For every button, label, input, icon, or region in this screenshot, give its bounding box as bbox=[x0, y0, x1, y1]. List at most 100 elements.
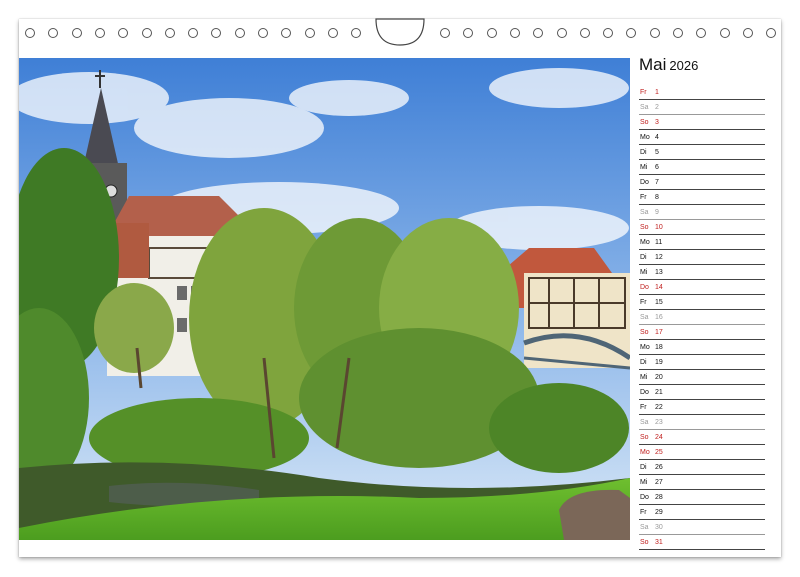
day-row: So 31 bbox=[639, 535, 765, 550]
day-number: 30 bbox=[655, 524, 663, 531]
day-number: 2 bbox=[655, 104, 659, 111]
month-name: Mai bbox=[639, 55, 667, 74]
weekday-abbr: Mo bbox=[640, 239, 650, 246]
hanger-hook-icon bbox=[375, 18, 425, 46]
day-row: So 10 bbox=[639, 220, 765, 235]
weekday-abbr: Mo bbox=[640, 449, 650, 456]
day-row: Di 19 bbox=[639, 355, 765, 370]
binding-hole-icon bbox=[719, 28, 730, 38]
binding-hole-icon bbox=[556, 28, 567, 38]
binding-hole-icon bbox=[463, 28, 474, 38]
day-row: Fr 22 bbox=[639, 400, 765, 415]
weekday-abbr: Do bbox=[640, 284, 649, 291]
binding-hole-icon bbox=[696, 28, 707, 38]
binding-hole-icon bbox=[351, 28, 362, 38]
day-row: Mi 13 bbox=[639, 265, 765, 280]
day-row: Fr 15 bbox=[639, 295, 765, 310]
weekday-abbr: Fr bbox=[640, 89, 647, 96]
binding-hole-icon bbox=[258, 28, 268, 38]
day-row: Di 5 bbox=[639, 145, 765, 160]
day-row: Mi 27 bbox=[639, 475, 765, 490]
weekday-abbr: Sa bbox=[640, 209, 649, 216]
weekday-abbr: So bbox=[640, 434, 649, 441]
day-list: Fr 1 Sa 2 So 3 Mo 4 Di 5 Mi 6 Do 7 Fr 8 Sa 9 So 10 Mo 11 Di 12 M… bbox=[639, 85, 765, 550]
year-label: 2026 bbox=[669, 58, 699, 73]
day-row: Fr 1 bbox=[639, 85, 765, 100]
binding-hole-icon bbox=[304, 28, 315, 38]
day-number: 22 bbox=[655, 404, 663, 411]
binding-hole-icon bbox=[94, 28, 105, 38]
day-number: 12 bbox=[655, 254, 663, 261]
weekday-abbr: Mi bbox=[640, 479, 648, 486]
weekday-abbr: So bbox=[640, 329, 649, 336]
day-number: 18 bbox=[655, 344, 663, 351]
day-number: 5 bbox=[655, 149, 659, 156]
binding-hole-icon bbox=[25, 28, 35, 38]
weekday-abbr: Mi bbox=[640, 269, 648, 276]
weekday-abbr: Mi bbox=[640, 374, 648, 381]
weekday-abbr: Do bbox=[640, 179, 649, 186]
day-number: 24 bbox=[655, 434, 663, 441]
day-number: 3 bbox=[655, 119, 659, 126]
day-number: 21 bbox=[655, 389, 663, 396]
binding-hole-icon bbox=[164, 28, 175, 38]
village-river-image bbox=[19, 58, 630, 540]
day-number: 20 bbox=[655, 374, 663, 381]
binding-hole-icon bbox=[48, 28, 59, 38]
binding-hole-icon bbox=[649, 28, 660, 38]
day-number: 27 bbox=[655, 479, 663, 486]
weekday-abbr: Sa bbox=[640, 524, 649, 531]
weekday-abbr: Di bbox=[640, 149, 647, 156]
day-row: Do 21 bbox=[639, 385, 765, 400]
day-number: 11 bbox=[655, 239, 663, 246]
day-number: 28 bbox=[655, 494, 663, 501]
day-number: 15 bbox=[655, 299, 663, 306]
day-row: Mo 25 bbox=[639, 445, 765, 460]
binding-hole-icon bbox=[211, 28, 222, 38]
day-row: Fr 29 bbox=[639, 505, 765, 520]
weekday-abbr: Mo bbox=[640, 134, 650, 141]
day-number: 19 bbox=[655, 359, 663, 366]
binding-hole-icon bbox=[71, 28, 82, 38]
day-number: 6 bbox=[655, 164, 659, 171]
day-row: Mi 6 bbox=[639, 160, 765, 175]
day-number: 25 bbox=[655, 449, 663, 456]
day-number: 23 bbox=[655, 419, 663, 426]
day-number: 29 bbox=[655, 509, 663, 516]
weekday-abbr: So bbox=[640, 539, 649, 546]
binding-hole-icon bbox=[673, 28, 683, 38]
day-row: So 3 bbox=[639, 115, 765, 130]
day-row: Mi 20 bbox=[639, 370, 765, 385]
day-number: 13 bbox=[655, 269, 663, 276]
calendar-page: Mai 2026 Fr 1 Sa 2 So 3 Mo 4 Di 5 Mi 6 Do 7 Fr 8 Sa 9 So 10 M… bbox=[19, 18, 781, 557]
binding-hole-icon bbox=[579, 28, 590, 38]
binding-hole-icon bbox=[533, 28, 544, 38]
binding-hole-icon bbox=[626, 28, 637, 38]
binding-hole-icon bbox=[141, 28, 152, 38]
binding-hole-icon bbox=[742, 28, 753, 38]
day-row: Sa 16 bbox=[639, 310, 765, 325]
month-header: Mai 2026 bbox=[639, 55, 698, 75]
weekday-abbr: Sa bbox=[640, 104, 649, 111]
weekday-abbr: Mo bbox=[640, 344, 650, 351]
binding-hole-icon bbox=[327, 28, 338, 38]
day-number: 10 bbox=[655, 224, 663, 231]
day-row: Sa 2 bbox=[639, 100, 765, 115]
day-number: 9 bbox=[655, 209, 659, 216]
day-row: Di 12 bbox=[639, 250, 765, 265]
day-row: Sa 23 bbox=[639, 415, 765, 430]
day-row: Do 14 bbox=[639, 280, 765, 295]
binding-hole-icon bbox=[281, 28, 292, 38]
day-row: Fr 8 bbox=[639, 190, 765, 205]
day-row: Mo 18 bbox=[639, 340, 765, 355]
binding-hole-icon bbox=[486, 28, 497, 38]
month-calendar: Mai 2026 Fr 1 Sa 2 So 3 Mo 4 Di 5 Mi 6 Do 7 Fr 8 Sa 9 So 10 M… bbox=[639, 53, 765, 550]
binding-hole-icon bbox=[440, 28, 450, 38]
day-row: Sa 9 bbox=[639, 205, 765, 220]
day-number: 16 bbox=[655, 314, 663, 321]
weekday-abbr: Fr bbox=[640, 509, 647, 516]
day-row: Mo 4 bbox=[639, 130, 765, 145]
spiral-binding bbox=[19, 18, 781, 49]
day-number: 17 bbox=[655, 329, 663, 336]
binding-hole-icon bbox=[509, 28, 520, 38]
